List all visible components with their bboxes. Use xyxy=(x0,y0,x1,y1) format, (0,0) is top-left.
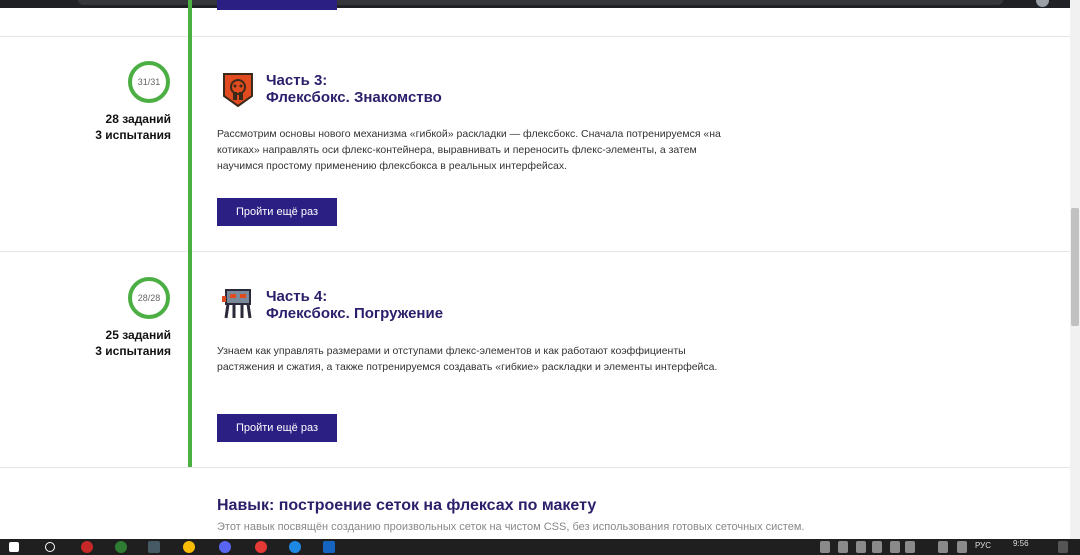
browser-top-bar xyxy=(0,0,1080,8)
part-3-title[interactable]: Часть 3: Флексбокс. Знакомство xyxy=(266,72,442,106)
progress-circle-part-4: 28/28 xyxy=(128,277,170,319)
tray-icon[interactable] xyxy=(872,541,882,553)
part-3-description: Рассмотрим основы нового механизма «гибк… xyxy=(217,128,721,172)
notifications-icon[interactable] xyxy=(1058,541,1068,553)
part-name: Флексбокс. Погружение xyxy=(266,305,444,322)
scrollbar-thumb[interactable] xyxy=(1071,208,1079,326)
part-4-stats: 25 заданий 3 испытания xyxy=(0,327,171,359)
course-progress-track xyxy=(188,0,192,467)
app-icon[interactable] xyxy=(289,541,301,553)
trials-count: 3 испытания xyxy=(95,344,171,358)
language-indicator[interactable]: РУС xyxy=(975,541,991,550)
tray-icon[interactable] xyxy=(890,541,900,553)
page-scrollbar[interactable] xyxy=(1070,0,1080,539)
network-icon[interactable] xyxy=(957,541,967,553)
opera-icon[interactable] xyxy=(255,541,267,553)
tray-icon[interactable] xyxy=(838,541,848,553)
retry-part-3-button[interactable]: Пройти ещё раз xyxy=(217,198,337,226)
robot-shield-icon xyxy=(222,72,254,108)
tray-icon[interactable] xyxy=(820,541,830,553)
profile-avatar[interactable] xyxy=(1036,0,1049,7)
app-icon[interactable] xyxy=(81,541,93,553)
clock[interactable]: 9:56 xyxy=(1013,539,1029,548)
walker-robot-icon xyxy=(222,286,254,322)
trials-count: 3 испытания xyxy=(95,128,171,142)
skill-description: Этот навык посвящён созданию произвольны… xyxy=(217,521,805,533)
retry-part-4-button[interactable]: Пройти ещё раз xyxy=(217,414,337,442)
part-label: Часть 4: xyxy=(266,288,328,305)
app-icon[interactable] xyxy=(115,541,127,553)
tray-icon[interactable] xyxy=(905,541,915,553)
windows-start-icon[interactable] xyxy=(9,542,19,552)
search-icon[interactable] xyxy=(45,542,55,552)
discord-icon[interactable] xyxy=(219,541,231,553)
divider xyxy=(0,251,1070,252)
part-4-title[interactable]: Часть 4: Флексбокс. Погружение xyxy=(266,288,443,322)
part-4-description: Узнаем как управлять размерами и отступа… xyxy=(217,345,718,373)
progress-circle-part-3: 31/31 xyxy=(128,61,170,103)
tasks-count: 28 заданий xyxy=(105,112,171,126)
part-label: Часть 3: xyxy=(266,72,328,89)
part-3-stats: 28 заданий 3 испытания xyxy=(0,111,171,143)
progress-count: 31/31 xyxy=(137,77,161,87)
progress-count: 28/28 xyxy=(137,293,161,303)
divider xyxy=(0,467,1070,468)
previous-retry-button[interactable] xyxy=(217,0,337,10)
steam-icon[interactable] xyxy=(148,541,160,553)
windows-taskbar: РУС 9:56 xyxy=(0,539,1080,555)
tray-icon[interactable] xyxy=(856,541,866,553)
part-name: Флексбокс. Знакомство xyxy=(266,89,442,106)
word-icon[interactable] xyxy=(323,541,335,553)
skill-title[interactable]: Навык: построение сеток на флексах по ма… xyxy=(217,497,596,515)
chrome-icon[interactable] xyxy=(183,541,195,553)
volume-icon[interactable] xyxy=(938,541,948,553)
tasks-count: 25 заданий xyxy=(105,328,171,342)
divider xyxy=(0,36,1070,37)
